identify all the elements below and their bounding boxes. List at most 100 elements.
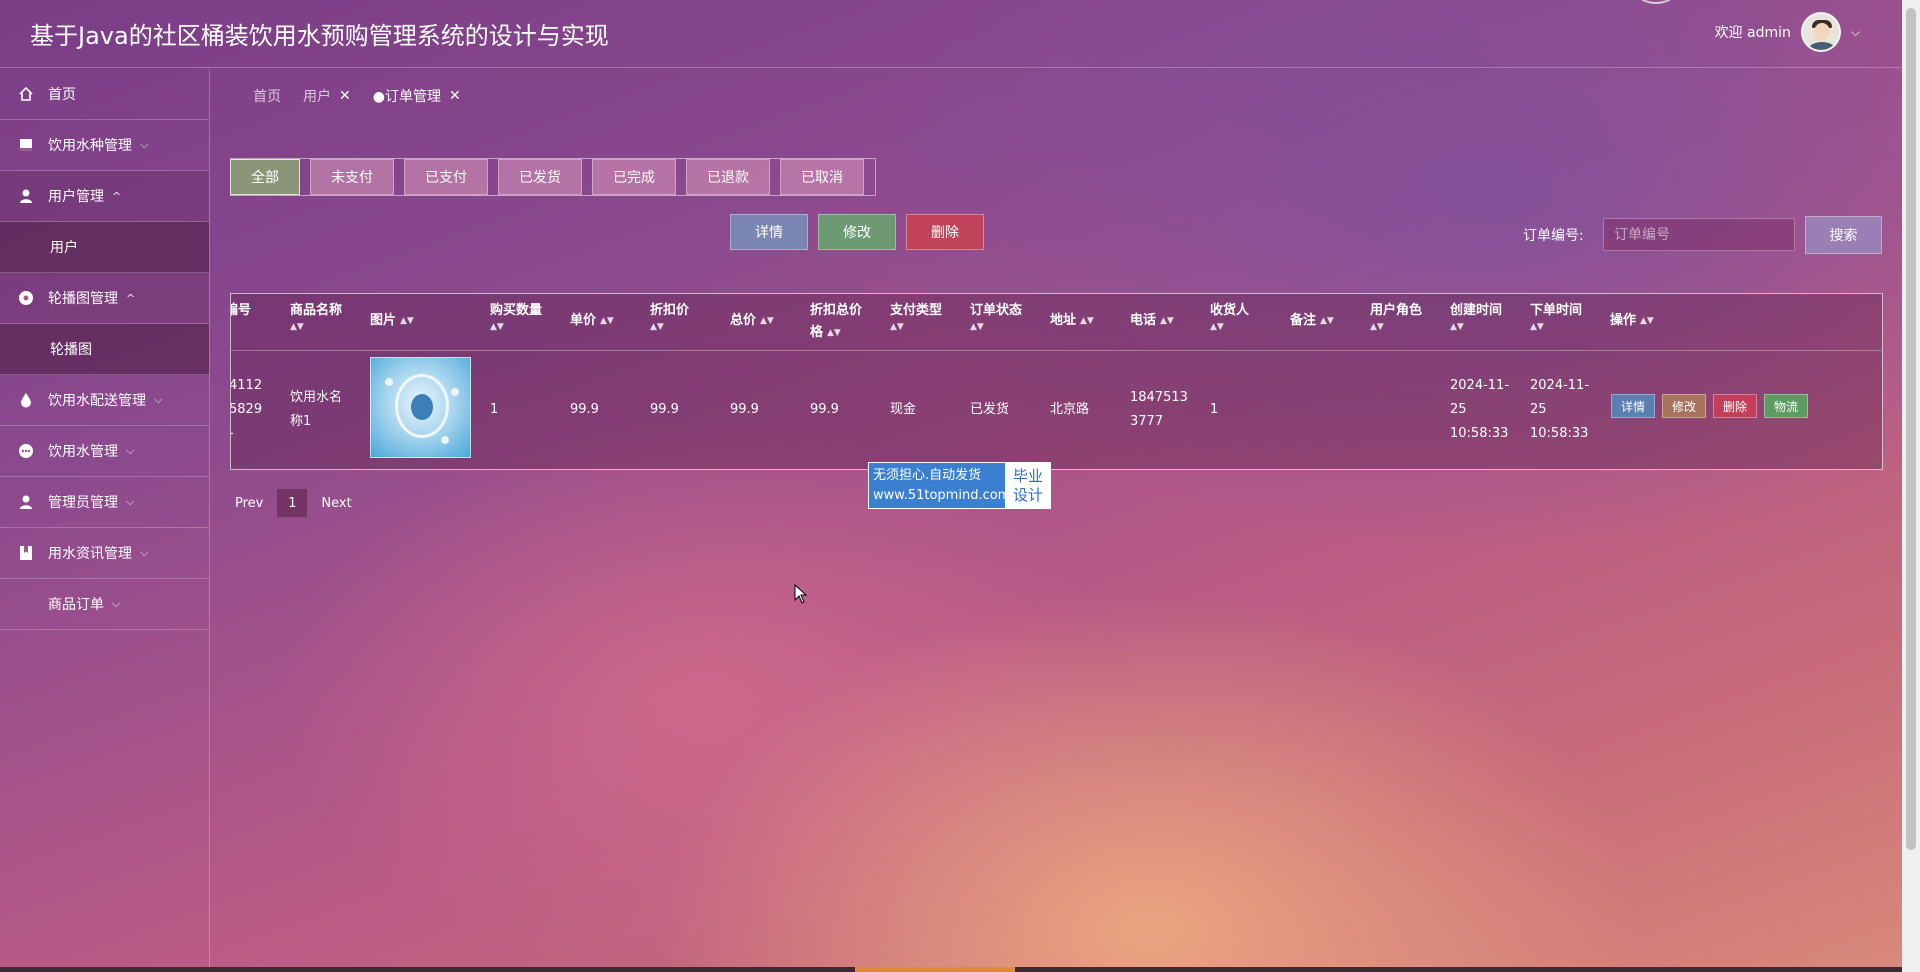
cell-discount-total: 99.9 <box>810 402 839 417</box>
drop-icon <box>18 392 34 408</box>
sort-icon: ▲▼ <box>1370 322 1384 332</box>
sidebar-item-water[interactable]: 饮用水管理 ⌵ <box>0 426 209 477</box>
page-1-button[interactable]: 1 <box>277 489 308 517</box>
vertical-scrollbar[interactable] <box>1902 0 1920 972</box>
row-delete-button[interactable]: 删除 <box>1713 394 1758 418</box>
close-icon[interactable]: ✕ <box>339 88 351 104</box>
tab-order-mgmt[interactable]: ●订单管理 ✕ <box>373 86 461 106</box>
app-title: 基于Java的社区桶装饮用水预购管理系统的设计与实现 <box>30 22 609 50</box>
scrollbar-thumb[interactable] <box>1906 8 1916 850</box>
sidebar-item-admin[interactable]: 管理员管理 ⌵ <box>0 477 209 528</box>
row-detail-button[interactable]: 详情 <box>1611 394 1656 418</box>
th-quantity[interactable]: 购买数量 ▲▼ <box>490 300 542 332</box>
top-decor-circle <box>1634 0 1678 4</box>
th-user-role[interactable]: 用户角色 ▲▼ <box>1370 300 1422 332</box>
sidebar-item-label: 用户管理 <box>48 189 104 205</box>
status-tab-paid[interactable]: 已支付 <box>404 159 488 195</box>
status-tab-shipped[interactable]: 已发货 <box>498 159 582 195</box>
sidebar-item-carousel-mgmt[interactable]: 轮播图管理 ^ <box>0 273 209 324</box>
sort-icon: ▲▼ <box>1320 315 1334 326</box>
sidebar-item-news[interactable]: 用水资讯管理 ⌵ <box>0 528 209 579</box>
edit-button[interactable]: 修改 <box>818 214 896 250</box>
order-no-search-input[interactable] <box>1603 218 1795 251</box>
status-tab-refunded[interactable]: 已退款 <box>686 159 770 195</box>
sidebar-item-label: 饮用水配送管理 <box>48 393 146 409</box>
tab-home[interactable]: 首页 <box>253 86 281 106</box>
th-status[interactable]: 订单状态 ▲▼ <box>970 300 1022 332</box>
user-menu[interactable]: 欢迎 admin ⌵ <box>1715 12 1860 52</box>
breadcrumb-tabs: 首页 用户 ✕ ●订单管理 ✕ <box>253 86 461 106</box>
cell-created: 2024-11-25 10:58:33 <box>1450 378 1510 441</box>
sort-icon: ▲▼ <box>400 315 414 326</box>
sidebar-item-label: 商品订单 <box>48 597 104 613</box>
th-ordered[interactable]: 下单时间 ▲▼ <box>1530 300 1582 332</box>
th-ops[interactable]: 操作 ▲▼ <box>1610 310 1654 332</box>
order-table: 编号 商品名称▲▼ 图片▲▼ 购买数量▲▼ 单价▲▼ 折扣价▲▼ 总价▲▼ 折扣… <box>230 293 1883 470</box>
sort-icon: ▲▼ <box>1080 315 1094 326</box>
avatar[interactable] <box>1800 12 1841 52</box>
tab-user[interactable]: 用户 ✕ <box>303 86 351 106</box>
status-filter-tabs: 全部 未支付 已支付 已发货 已完成 已退款 已取消 <box>230 158 876 196</box>
detail-button[interactable]: 详情 <box>730 214 808 250</box>
header-label: 用户角色 <box>1370 303 1423 318</box>
th-image[interactable]: 图片 ▲▼ <box>370 310 414 332</box>
status-tab-all[interactable]: 全部 <box>230 159 300 195</box>
header-label: 订单状态 <box>970 303 1023 318</box>
th-discount-price[interactable]: 折扣价 ▲▼ <box>650 300 689 332</box>
sidebar-item-label: 轮播图管理 <box>48 291 118 307</box>
watermark-line1: 无须担心.自动发货 <box>873 468 982 483</box>
sidebar-item-orders[interactable]: 商品订单 ⌵ <box>0 579 209 630</box>
sidebar-item-home[interactable]: 首页 <box>0 69 209 120</box>
delete-button[interactable]: 删除 <box>906 214 984 250</box>
close-icon[interactable]: ✕ <box>449 88 461 104</box>
th-remark[interactable]: 备注 ▲▼ <box>1290 310 1334 332</box>
sidebar-item-label: 轮播图 <box>50 342 92 358</box>
status-tab-cancelled[interactable]: 已取消 <box>780 159 864 195</box>
th-total[interactable]: 总价 ▲▼ <box>730 310 774 332</box>
sidebar-item-user-mgmt[interactable]: 用户管理 ^ <box>0 171 209 222</box>
header-label: 收货人 <box>1210 303 1250 318</box>
chevron-down-icon[interactable]: ⌵ <box>1851 25 1860 40</box>
th-created[interactable]: 创建时间 ▲▼ <box>1450 300 1502 332</box>
watermark-badge: 无须担心.自动发货 www.51topmind.com 毕业 设计 <box>868 462 1051 509</box>
next-page-link[interactable]: Next <box>321 496 351 511</box>
sidebar-item-carousel[interactable]: 轮播图 <box>0 324 209 375</box>
table-row[interactable]: 4112 5829 - 饮用水名称1 1 99.9 99.9 99.9 99.9… <box>231 351 1882 469</box>
th-address[interactable]: 地址 ▲▼ <box>1050 310 1094 332</box>
chevron-down-icon: ⌵ <box>140 138 149 151</box>
search-button[interactable]: 搜索 <box>1805 216 1882 254</box>
home-icon <box>18 86 34 102</box>
cell-receiver: 1 <box>1210 402 1219 417</box>
sort-icon: ▲▼ <box>1160 315 1174 326</box>
cell-pay-type: 现金 <box>890 402 917 417</box>
sidebar-item-delivery[interactable]: 饮用水配送管理 ⌵ <box>0 375 209 426</box>
th-phone[interactable]: 电话 ▲▼ <box>1130 310 1174 332</box>
th-pay-type[interactable]: 支付类型 ▲▼ <box>890 300 942 332</box>
header-label: 图片 <box>370 313 397 328</box>
tab-label: 首页 <box>253 89 281 105</box>
sidebar-item-user[interactable]: 用户 <box>0 222 209 273</box>
th-receiver[interactable]: 收货人 ▲▼ <box>1210 300 1249 332</box>
sort-icon: ▲▼ <box>650 322 664 332</box>
chat-icon <box>18 443 34 459</box>
header-label: 折扣价 <box>650 303 690 318</box>
status-tab-completed[interactable]: 已完成 <box>592 159 676 195</box>
row-actions: 详情 修改 删除 物流 <box>1611 394 1809 418</box>
th-product[interactable]: 商品名称 ▲▼ <box>290 300 342 332</box>
mouse-cursor-icon <box>794 584 808 604</box>
watermark-right1: 毕业 <box>1012 466 1043 485</box>
chevron-down-icon: ⌵ <box>112 597 121 610</box>
row-edit-button[interactable]: 修改 <box>1662 394 1707 418</box>
header-label: 地址 <box>1050 313 1077 328</box>
top-bar: 基于Java的社区桶装饮用水预购管理系统的设计与实现 欢迎 admin ⌵ <box>0 0 1902 68</box>
box-icon <box>18 137 34 153</box>
product-image[interactable] <box>370 357 471 458</box>
prev-page-link[interactable]: Prev <box>235 496 263 511</box>
row-logistics-button[interactable]: 物流 <box>1764 394 1809 418</box>
status-tab-unpaid[interactable]: 未支付 <box>310 159 394 195</box>
sidebar-item-water-type[interactable]: 饮用水种管理 ⌵ <box>0 120 209 171</box>
th-discount-total[interactable]: 折扣总价格 ▲▼ <box>810 300 874 344</box>
th-order-no[interactable]: 编号 <box>231 300 251 322</box>
cell-status: 已发货 <box>970 402 1010 417</box>
th-price[interactable]: 单价 ▲▼ <box>570 310 614 332</box>
